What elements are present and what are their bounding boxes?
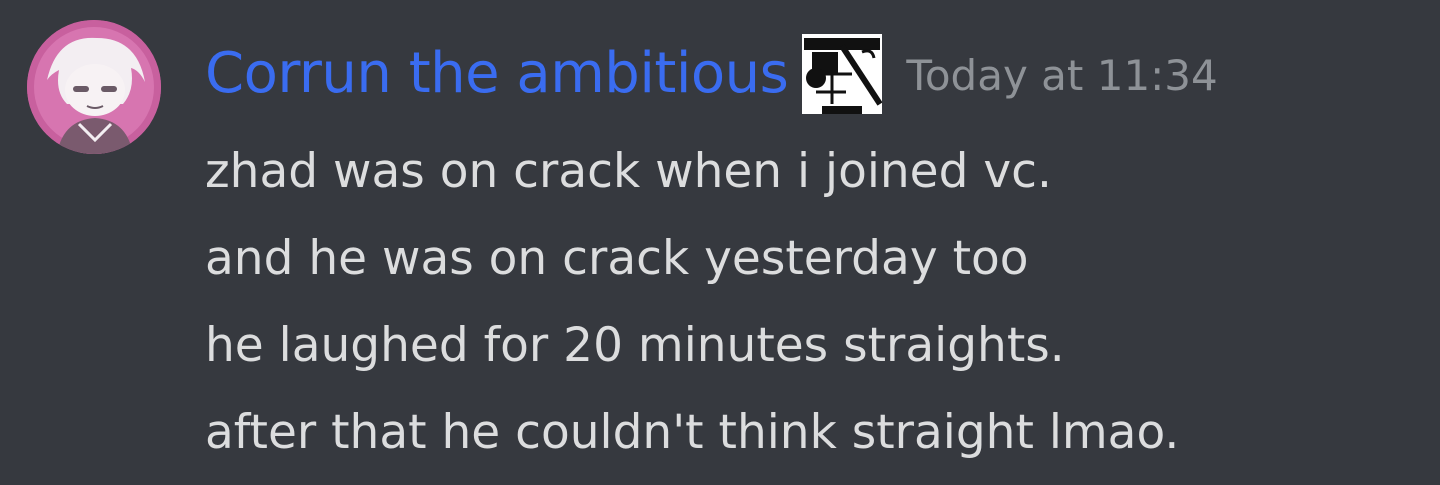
author-name[interactable]: Corrun the ambitious: [205, 46, 789, 102]
message-line: zhad was on crack when i joined vc.: [205, 144, 1052, 199]
custom-emoji-icon[interactable]: [802, 34, 883, 114]
message-header: Corrun the ambitious Today at 11:34: [205, 34, 1218, 114]
message-content: zhad was on crack when i joined vc. and …: [205, 128, 1405, 476]
message-line: he laughed for 20 minutes straights.: [205, 318, 1065, 373]
avatar[interactable]: [27, 20, 161, 154]
message-line: after that he couldn't think straight lm…: [205, 405, 1180, 460]
chat-message: Corrun the ambitious Today at 11:34 zhad…: [0, 0, 1440, 485]
avatar-image: [27, 20, 161, 154]
message-timestamp: Today at 11:34: [906, 51, 1218, 100]
message-line: and he was on crack yesterday too: [205, 231, 1029, 286]
